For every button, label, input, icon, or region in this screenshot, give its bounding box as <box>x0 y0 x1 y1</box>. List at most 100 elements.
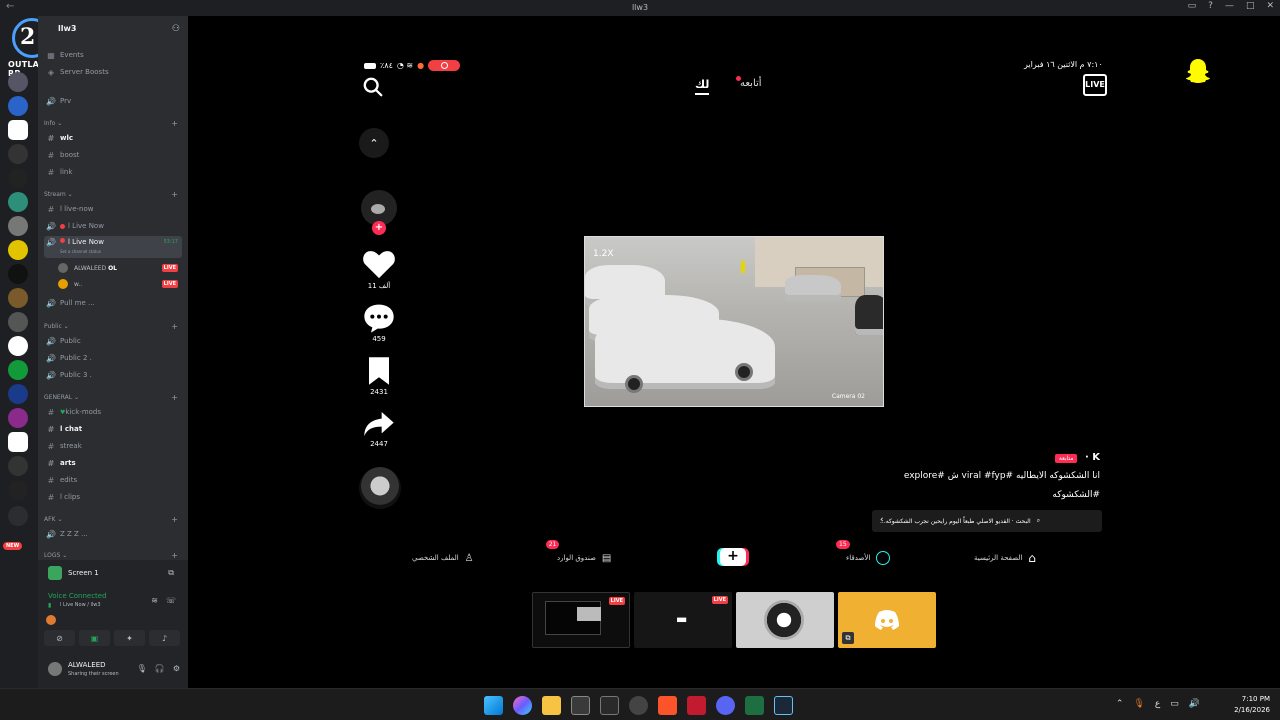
server-icon[interactable] <box>8 360 28 380</box>
follow-plus-button[interactable]: + <box>372 221 386 235</box>
server-icon[interactable] <box>8 264 28 284</box>
store-icon[interactable] <box>571 696 590 715</box>
network-icon[interactable]: ▭ <box>1170 699 1179 709</box>
volume-icon[interactable]: 🔊 <box>1189 699 1200 709</box>
search-icon[interactable] <box>362 76 384 98</box>
nav-inbox[interactable]: ▤ صندوق الوارد 21 <box>545 540 611 570</box>
discord-icon[interactable] <box>716 696 735 715</box>
create-button[interactable]: + <box>720 548 746 566</box>
excel-icon[interactable] <box>745 696 764 715</box>
add-channel-icon[interactable]: + <box>171 515 178 524</box>
start-icon[interactable] <box>484 696 503 715</box>
tab-following[interactable]: أتابعه <box>736 76 762 89</box>
nav-friends[interactable]: الأصدقاء 15 <box>836 540 891 570</box>
share-action[interactable]: 2447 <box>360 410 398 448</box>
server-icon[interactable] <box>8 432 28 452</box>
mic-icon[interactable]: 🎙 <box>1133 699 1144 709</box>
caption-user[interactable]: K · متابعة <box>1054 452 1100 463</box>
calculator-icon[interactable] <box>600 696 619 715</box>
category-stream[interactable]: Stream ⌄ + <box>44 190 182 199</box>
soundboard-button[interactable]: ♪ <box>149 630 180 646</box>
brave-icon[interactable] <box>658 696 677 715</box>
voice-status[interactable]: Voice Connected <box>48 592 107 600</box>
nav-profile[interactable]: ♙ الملف الشخصي <box>412 546 474 570</box>
server-icon[interactable] <box>8 96 28 116</box>
server-icon[interactable] <box>8 384 28 404</box>
category-afk[interactable]: AFK ⌄ + <box>44 515 182 524</box>
server-icon[interactable] <box>8 506 28 526</box>
voice-member[interactable]: ALWALEED OL LIVE <box>58 261 182 275</box>
copilot-icon[interactable] <box>513 696 532 715</box>
channel-edits[interactable]: # edits <box>44 473 182 487</box>
popout-icon[interactable]: ⧉ <box>168 568 174 578</box>
comment-action[interactable]: 459 <box>360 303 398 343</box>
server-icon[interactable] <box>8 288 28 308</box>
stream-stage[interactable]: ٪٨٤ ◔ ≋ ● ٧:١٠ م الاثنين ١٦ فبراير لك أت… <box>188 16 1280 688</box>
channel-chat[interactable]: # l chat <box>44 422 182 436</box>
add-channel-icon[interactable]: + <box>171 551 178 560</box>
server-icon[interactable] <box>8 144 28 164</box>
steam-icon[interactable] <box>774 696 793 715</box>
channel-link[interactable]: # link <box>44 165 182 179</box>
popout-icon[interactable]: ⧉ <box>842 632 854 644</box>
channel-arts[interactable]: # arts <box>44 456 182 470</box>
channel-pull-me[interactable]: 🔊 Pull me ... <box>44 296 182 310</box>
nav-home[interactable]: ⌂ الصفحة الرئيسية <box>974 546 1036 570</box>
live-button[interactable]: LIVE <box>1083 74 1107 96</box>
channel-server-boosts[interactable]: ◈ Server Boosts <box>44 65 182 79</box>
headphones-icon[interactable]: 🎧 <box>155 664 165 673</box>
channel-public[interactable]: 🔊 Public <box>44 334 182 348</box>
screen-share-button[interactable]: ▣ <box>79 630 110 646</box>
server-icon[interactable] <box>8 456 28 476</box>
participant-tile-discord[interactable]: ⧉ <box>838 592 936 648</box>
follow-tag[interactable]: متابعة <box>1054 454 1078 463</box>
close-button[interactable]: ✕ <box>1266 1 1274 11</box>
category-general[interactable]: GENERAL ⌄ + <box>44 393 182 402</box>
server-icon[interactable] <box>8 192 28 212</box>
disconnect-icon[interactable]: ☏ <box>166 596 176 605</box>
noise-suppression-icon[interactable]: ≋ <box>151 596 158 605</box>
add-channel-icon[interactable]: + <box>171 322 178 331</box>
minimize-button[interactable]: — <box>1225 1 1234 11</box>
voice-location[interactable]: l Live Now / llw3 <box>60 602 101 608</box>
gear-icon[interactable]: ⚙ <box>173 664 180 673</box>
maximize-button[interactable]: □ <box>1246 1 1255 11</box>
channel-public-3[interactable]: 🔊 Public 3 . <box>44 368 182 382</box>
inbox-icon[interactable]: ▭ <box>1188 1 1197 11</box>
server-icon[interactable] <box>8 336 28 356</box>
signal-icon[interactable]: ▮ <box>48 602 51 609</box>
taskbar-clock[interactable]: 7:10 PM 2/16/2026 <box>1234 694 1270 716</box>
camera-off-button[interactable]: ⊘ <box>44 630 75 646</box>
music-disc-avatar[interactable] <box>359 467 401 509</box>
search-suggestion[interactable]: ⌕ البحث · الفديو الاصلي طبعاً اليوم رايح… <box>872 510 1102 532</box>
server-icon[interactable] <box>8 312 28 332</box>
voice-member[interactable]: w.. LIVE <box>58 277 182 291</box>
server-icon[interactable] <box>8 216 28 236</box>
server-icon[interactable] <box>8 168 28 188</box>
server-icon[interactable] <box>8 240 28 260</box>
category-info[interactable]: Info ⌄ + <box>44 119 182 128</box>
video-frame[interactable]: 1.2X Camera 02 <box>584 236 884 407</box>
channel-streak[interactable]: # streak <box>44 439 182 453</box>
activities-button[interactable]: ✦ <box>114 630 145 646</box>
language-indicator[interactable]: ع <box>1155 699 1160 709</box>
screen-share-row[interactable]: Screen 1 <box>48 566 99 580</box>
server-icon[interactable] <box>8 408 28 428</box>
bookmark-action[interactable]: 2431 <box>360 356 398 396</box>
participant-tile-screen-2[interactable]: ▬ LIVE <box>634 592 732 648</box>
channel-wlc[interactable]: # wlc <box>44 131 182 145</box>
server-icon[interactable] <box>8 480 28 500</box>
add-channel-icon[interactable]: + <box>171 190 178 199</box>
channel-zzz[interactable]: 🔊 Z Z Z ... <box>44 527 182 541</box>
channel-status-hint[interactable]: Set a channel status <box>60 249 101 254</box>
add-channel-icon[interactable]: + <box>171 119 178 128</box>
like-action[interactable]: 11 ألف <box>360 248 398 290</box>
channel-kick-mods[interactable]: # ♥ kick-mods <box>44 405 182 419</box>
channel-clips[interactable]: # l clips <box>44 490 182 504</box>
category-public[interactable]: Public ⌄ + <box>44 322 182 331</box>
tab-for-you[interactable]: لك <box>695 78 710 95</box>
file-explorer-icon[interactable] <box>542 696 561 715</box>
app-icon[interactable] <box>687 696 706 715</box>
channel-public-2[interactable]: 🔊 Public 2 . <box>44 351 182 365</box>
channel-prv[interactable]: 🔊 Prv <box>44 94 182 108</box>
